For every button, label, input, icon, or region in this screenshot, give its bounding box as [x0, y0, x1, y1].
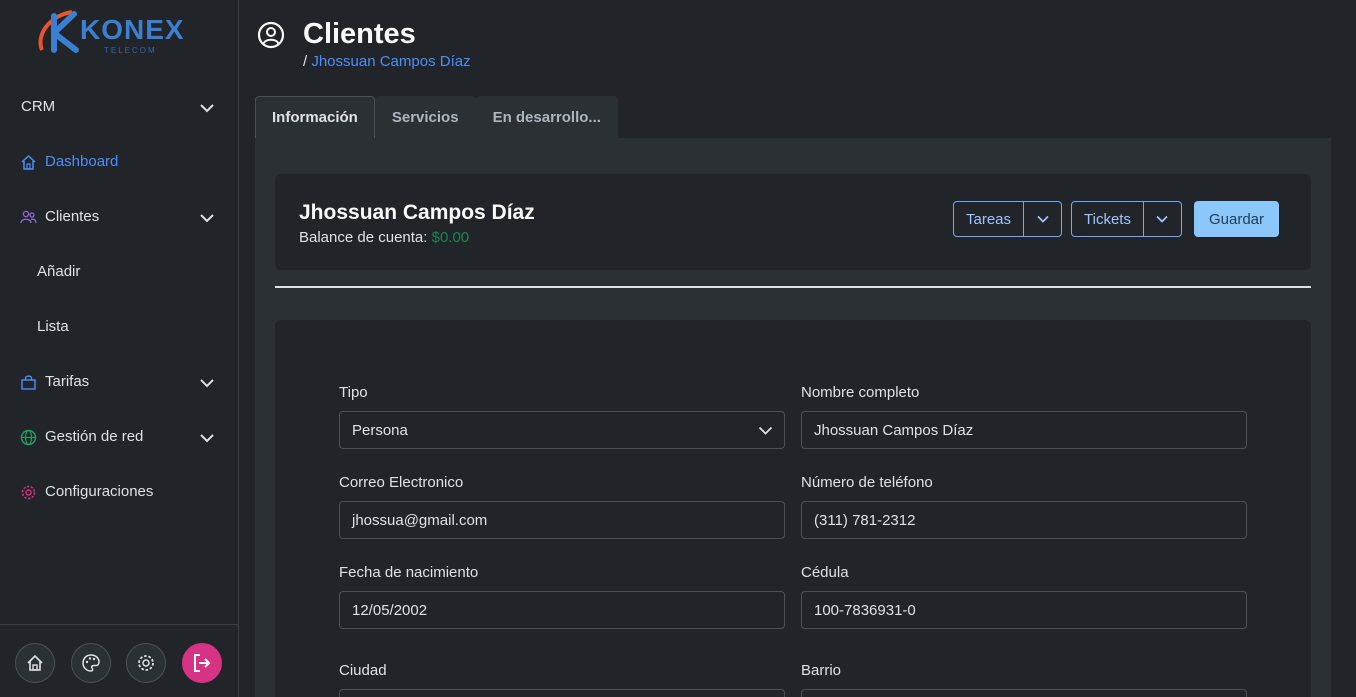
tasks-button-group: Tareas	[953, 201, 1063, 237]
brand-name: KONEX	[80, 14, 185, 45]
breadcrumb-separator: /	[303, 53, 308, 70]
theme-button[interactable]	[71, 643, 111, 683]
nombre-label: Nombre completo	[801, 384, 920, 401]
chevron-down-icon	[1156, 215, 1169, 223]
tipo-label: Tipo	[339, 384, 368, 401]
ciudad-label: Ciudad	[339, 662, 387, 679]
sidebar: KONEX TELECOM CRM Dashboard Clientes Aña…	[0, 0, 239, 697]
tickets-button[interactable]: Tickets	[1071, 201, 1144, 237]
tab-servicios[interactable]: Servicios	[374, 96, 476, 138]
people-icon	[20, 210, 37, 224]
sidebar-item-label: Gestión de red	[45, 428, 144, 445]
tab-panel: Jhossuan Campos Díaz Balance de cuenta: …	[255, 138, 1331, 697]
nombre-input[interactable]: Jhossuan Campos Díaz	[801, 411, 1247, 449]
sidebar-item-tarifas[interactable]: Tarifas	[0, 362, 239, 402]
ciudad-input[interactable]	[339, 689, 785, 697]
balance-value: $0.00	[431, 229, 470, 246]
balance-label: Balance de cuenta:	[299, 229, 428, 246]
cedula-input[interactable]: 100-7836931-0	[801, 591, 1247, 629]
tabs: Información Servicios En desarrollo...	[255, 96, 618, 138]
telefono-value: (311) 781-2312	[814, 511, 916, 529]
nacimiento-value: 12/05/2002	[352, 601, 428, 619]
brand-sub: TELECOM	[104, 46, 157, 55]
sidebar-item-label: Configuraciones	[45, 483, 154, 500]
chevron-down-icon	[758, 426, 773, 435]
sidebar-item-gestion-red[interactable]: Gestión de red	[0, 417, 239, 457]
sidebar-item-label: Lista	[37, 318, 69, 335]
tipo-value: Persona	[352, 421, 408, 439]
cedula-label: Cédula	[801, 564, 849, 581]
person-circle-icon	[257, 21, 285, 49]
sidebar-item-configuraciones[interactable]: Configuraciones	[0, 472, 239, 512]
sidebar-item-anadir[interactable]: Añadir	[0, 252, 239, 292]
tickets-dropdown-toggle[interactable]	[1143, 201, 1182, 237]
chevron-down-icon	[200, 214, 214, 223]
save-button[interactable]: Guardar	[1194, 201, 1279, 237]
sidebar-item-clientes[interactable]: Clientes	[0, 197, 239, 237]
correo-input[interactable]: jhossua@gmail.com	[339, 501, 785, 539]
tab-en-desarrollo[interactable]: En desarrollo...	[475, 96, 618, 138]
sidebar-item-label: Dashboard	[45, 153, 119, 170]
breadcrumb-current[interactable]: Jhossuan Campos Díaz	[311, 53, 470, 70]
nacimiento-input[interactable]: 12/05/2002	[339, 591, 785, 629]
telefono-input[interactable]: (311) 781-2312	[801, 501, 1247, 539]
sidebar-footer	[0, 624, 239, 697]
correo-label: Correo Electronico	[339, 474, 464, 491]
tasks-dropdown-toggle[interactable]	[1024, 201, 1063, 237]
section-divider	[275, 286, 1311, 288]
gear-icon	[138, 655, 154, 671]
page-title: Clientes	[303, 18, 416, 50]
sidebar-item-label: Clientes	[45, 208, 100, 225]
correo-value: jhossua@gmail.com	[352, 511, 488, 529]
telefono-label: Número de teléfono	[801, 474, 933, 491]
client-header-card: Jhossuan Campos Díaz Balance de cuenta: …	[275, 174, 1311, 270]
house-icon	[21, 154, 36, 170]
breadcrumb: / Jhossuan Campos Díaz	[303, 53, 471, 70]
chevron-down-icon	[200, 379, 214, 388]
chevron-down-icon	[200, 104, 214, 113]
bag-icon	[21, 375, 36, 390]
globe-icon	[20, 429, 37, 446]
home-icon	[27, 654, 43, 671]
sidebar-item-crm[interactable]: CRM	[0, 87, 239, 127]
chevron-down-icon	[1036, 215, 1049, 223]
cedula-value: 100-7836931-0	[814, 601, 916, 619]
client-form: Tipo Persona Nombre completo Jhossuan Ca…	[275, 320, 1311, 697]
nombre-value: Jhossuan Campos Díaz	[814, 421, 974, 439]
gear-icon	[21, 485, 36, 500]
account-balance: Balance de cuenta: $0.00	[299, 229, 469, 246]
barrio-label: Barrio	[801, 662, 842, 679]
logo: KONEX TELECOM	[34, 6, 194, 56]
palette-icon	[82, 654, 100, 672]
tickets-button-group: Tickets	[1071, 201, 1182, 237]
chevron-down-icon	[200, 434, 214, 443]
main-content: Clientes / Jhossuan Campos Díaz Informac…	[239, 0, 1356, 697]
tab-informacion[interactable]: Información	[255, 96, 375, 138]
tipo-select[interactable]: Persona	[339, 411, 785, 449]
logout-icon	[194, 654, 211, 672]
sidebar-item-label: CRM	[21, 98, 56, 115]
settings-button[interactable]	[126, 643, 166, 683]
sidebar-item-dashboard[interactable]: Dashboard	[0, 142, 239, 182]
sidebar-item-label: Añadir	[37, 263, 81, 280]
logout-button[interactable]	[182, 643, 222, 683]
nacimiento-label: Fecha de nacimiento	[339, 564, 479, 581]
home-button[interactable]	[15, 643, 55, 683]
sidebar-item-lista[interactable]: Lista	[0, 307, 239, 347]
client-name: Jhossuan Campos Díaz	[299, 201, 535, 224]
logo-mark-icon	[38, 10, 79, 53]
app: KONEX TELECOM CRM Dashboard Clientes Aña…	[0, 0, 1356, 697]
barrio-input[interactable]	[801, 689, 1247, 697]
sidebar-item-label: Tarifas	[45, 373, 90, 390]
tasks-button[interactable]: Tareas	[953, 201, 1025, 237]
